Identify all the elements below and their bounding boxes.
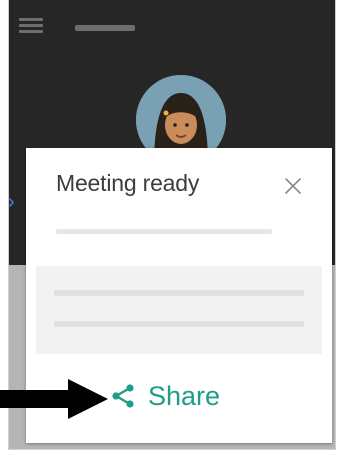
screenshot-frame: › Meeting ready Share [0, 0, 338, 453]
share-icon [112, 384, 134, 408]
app-title-placeholder [75, 25, 135, 31]
placeholder-text-line [56, 229, 272, 234]
placeholder-text-line [54, 290, 304, 296]
placeholder-text-line [54, 321, 304, 327]
close-icon[interactable] [282, 175, 304, 197]
partial-chevron-icon: › [8, 191, 15, 213]
share-button[interactable]: Share [110, 376, 220, 416]
hamburger-menu-icon[interactable] [19, 18, 43, 34]
share-label: Share [148, 380, 221, 411]
meeting-info-block [36, 266, 322, 354]
dialog-title: Meeting ready [56, 170, 200, 196]
arrow-right-icon [0, 379, 108, 419]
